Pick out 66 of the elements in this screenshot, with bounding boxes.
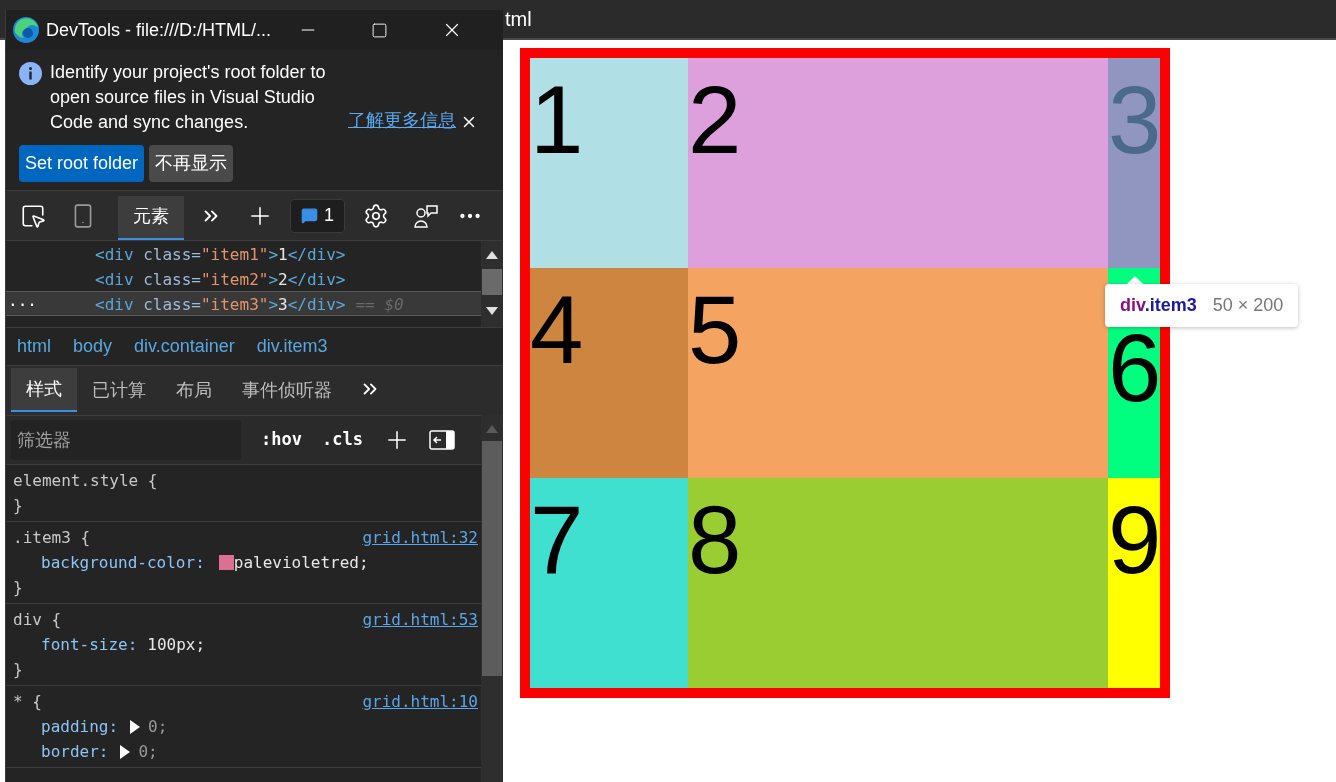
rule-selector: element.style { bbox=[13, 470, 158, 492]
scroll-up-icon[interactable] bbox=[486, 251, 498, 259]
cell-number: 8 bbox=[688, 492, 742, 588]
rule-selector: div { bbox=[13, 609, 62, 631]
breadcrumb-item[interactable]: div.container bbox=[134, 333, 235, 360]
info-message: Identify your project's root folder to open source files in Visual Studio Code and sync changes. bbox=[50, 61, 327, 134]
filter-toggle-button[interactable]: :hov bbox=[261, 427, 302, 453]
dismiss-button[interactable]: 不再显示 bbox=[149, 145, 234, 182]
rule-selector: * { bbox=[13, 691, 42, 713]
rule-close-brace: } bbox=[13, 578, 23, 597]
learn-more-link[interactable]: 了解更多信息 bbox=[348, 107, 456, 134]
breadcrumb-item[interactable]: div.item3 bbox=[256, 333, 328, 360]
source-link[interactable]: grid.html:53 bbox=[362, 607, 478, 632]
breadcrumb-item[interactable]: body bbox=[73, 333, 113, 360]
maximize-icon[interactable] bbox=[371, 21, 389, 39]
rule-close-brace: } bbox=[13, 496, 23, 515]
filter-field[interactable]: 筛选器 bbox=[11, 420, 241, 460]
browser-logo-icon bbox=[12, 16, 40, 44]
issues-button[interactable]: 1 bbox=[290, 198, 345, 233]
source-link[interactable]: grid.html:32 bbox=[362, 525, 478, 550]
css-value: 0; bbox=[148, 716, 168, 738]
source-link[interactable]: grid.html:10 bbox=[362, 689, 478, 714]
styles-tab[interactable]: 事件侦听器 bbox=[227, 368, 347, 412]
css-property: background-color: bbox=[41, 552, 205, 574]
rule-close-brace: } bbox=[13, 660, 23, 679]
breadcrumb-item[interactable]: html bbox=[17, 333, 51, 360]
styles-tab[interactable]: 已计算 bbox=[77, 368, 161, 412]
css-property: padding: bbox=[41, 716, 119, 738]
sidebar-toggle-icon[interactable] bbox=[428, 430, 455, 450]
window-title: DevTools - file:///D:/HTML/... bbox=[46, 18, 272, 42]
dom-node-line[interactable]: <div class="item1">1</div> bbox=[6, 241, 481, 266]
message-icon bbox=[301, 207, 318, 224]
inspect-icon[interactable] bbox=[20, 202, 46, 229]
styles-tab[interactable]: 布局 bbox=[161, 368, 227, 412]
css-value: 0; bbox=[138, 741, 158, 763]
set-root-folder-button[interactable]: Set root folder bbox=[19, 145, 145, 182]
filter-toggle-button[interactable]: .cls bbox=[321, 427, 363, 453]
css-value: 100px; bbox=[147, 634, 206, 656]
cell-number: 1 bbox=[530, 72, 584, 168]
address-text: tml bbox=[505, 7, 532, 32]
info-icon bbox=[19, 62, 42, 85]
cell-number: 3 bbox=[1108, 72, 1162, 168]
cell-number: 5 bbox=[688, 282, 742, 378]
cell-number: 7 bbox=[530, 492, 584, 588]
feedback-icon[interactable] bbox=[413, 202, 439, 229]
scroll-down-icon[interactable] bbox=[486, 307, 498, 315]
scrollbar[interactable] bbox=[481, 415, 503, 782]
color-swatch[interactable] bbox=[218, 555, 234, 570]
settings-icon[interactable] bbox=[363, 202, 389, 229]
styles-tab[interactable]: 样式 bbox=[11, 368, 77, 412]
cell-number: 9 bbox=[1108, 492, 1162, 588]
css-property: border: bbox=[41, 741, 109, 763]
scrollbar[interactable] bbox=[481, 241, 503, 327]
cell-number: 2 bbox=[688, 72, 742, 168]
expand-icon[interactable] bbox=[120, 744, 131, 759]
cell-number: 4 bbox=[530, 282, 584, 378]
panel-tab[interactable]: 元素 bbox=[118, 195, 184, 240]
dom-node-line[interactable]: <div class="item2">2</div> bbox=[6, 266, 481, 291]
css-value: palevioletred; bbox=[233, 552, 369, 574]
node-menu-dots[interactable]: ··· bbox=[8, 292, 37, 317]
tooltip-size: 50 × 200 bbox=[1212, 294, 1284, 317]
css-property: font-size: bbox=[41, 634, 138, 656]
cell-number: 6 bbox=[1108, 320, 1162, 416]
tooltip-selector: div.item3 bbox=[1120, 294, 1197, 317]
rule-selector: .item3 { bbox=[13, 527, 91, 549]
expand-icon[interactable] bbox=[130, 719, 141, 734]
